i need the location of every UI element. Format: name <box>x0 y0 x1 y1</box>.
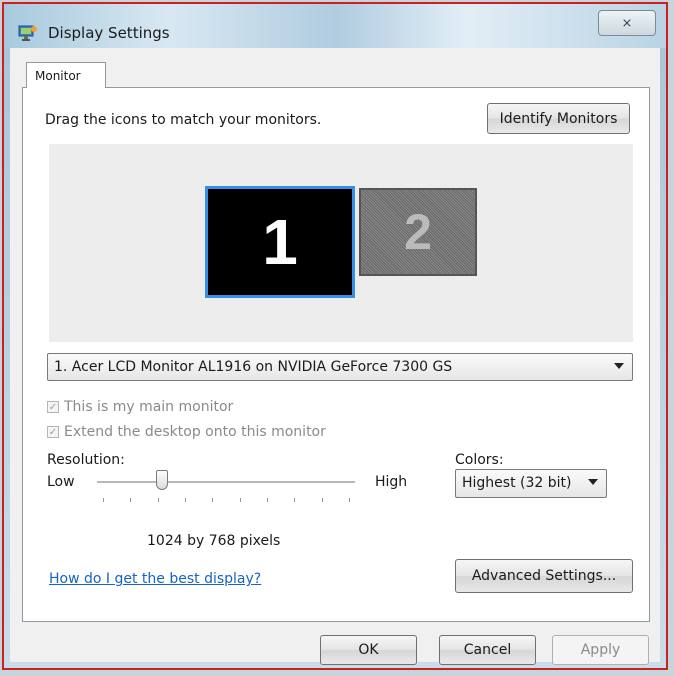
best-display-help-link[interactable]: How do I get the best display? <box>49 571 261 587</box>
chevron-down-icon <box>588 479 598 485</box>
colors-select-value: Highest (32 bit) <box>462 475 572 491</box>
title-bar[interactable]: Display Settings ⨯ <box>4 4 666 48</box>
main-monitor-checkbox-row: ✓ This is my main monitor <box>47 399 233 415</box>
close-button[interactable]: ⨯ <box>598 10 656 36</box>
colors-select-dropdown[interactable]: Highest (32 bit) <box>455 469 607 498</box>
slider-tick <box>349 498 350 502</box>
monitor-2-icon[interactable]: 2 <box>359 188 477 276</box>
drag-instruction: Drag the icons to match your monitors. <box>45 112 322 128</box>
monitor-2-number: 2 <box>404 204 432 260</box>
resolution-low-label: Low <box>47 474 75 490</box>
extend-desktop-checkbox-row: ✓ Extend the desktop onto this monitor <box>47 424 326 440</box>
resolution-slider-track[interactable] <box>97 481 355 484</box>
cancel-button[interactable]: Cancel <box>439 635 536 665</box>
main-monitor-label: This is my main monitor <box>64 399 234 415</box>
dialog-client-area: Monitor Drag the icons to match your mon… <box>10 48 660 665</box>
slider-tick <box>239 498 241 502</box>
main-monitor-checkbox: ✓ <box>47 401 59 413</box>
apply-button[interactable]: Apply <box>552 635 649 665</box>
slider-tick <box>103 498 104 502</box>
identify-monitors-button[interactable]: Identify Monitors <box>487 103 630 134</box>
window-title: Display Settings <box>48 24 170 42</box>
monitor-tab-panel: Drag the icons to match your monitors. I… <box>22 87 650 622</box>
resolution-slider-thumb[interactable] <box>155 470 168 490</box>
resolution-label: Resolution: <box>47 452 125 468</box>
extend-desktop-label: Extend the desktop onto this monitor <box>64 424 326 440</box>
display-settings-window: Display Settings ⨯ Monitor Drag the icon… <box>2 2 668 670</box>
resolution-high-label: High <box>375 474 408 490</box>
extend-desktop-checkbox: ✓ <box>47 426 59 438</box>
slider-tick <box>212 498 214 502</box>
slider-tick <box>267 498 268 502</box>
ok-button[interactable]: OK <box>320 635 417 665</box>
monitor-1-number: 1 <box>262 206 298 278</box>
slider-tick <box>185 498 186 502</box>
resolution-value: 1024 by 768 pixels <box>147 533 281 549</box>
slider-tick <box>130 498 132 502</box>
slider-tick <box>321 498 323 502</box>
monitor-select-value: 1. Acer LCD Monitor AL1916 on NVIDIA GeF… <box>54 359 453 375</box>
colors-label: Colors: <box>455 452 504 468</box>
monitor-select-dropdown[interactable]: 1. Acer LCD Monitor AL1916 on NVIDIA GeF… <box>47 353 633 381</box>
monitor-1-icon[interactable]: 1 <box>205 186 355 298</box>
display-settings-app-icon <box>18 24 38 42</box>
chevron-down-icon <box>614 363 624 369</box>
close-icon: ⨯ <box>621 15 633 31</box>
advanced-settings-button[interactable]: Advanced Settings... <box>455 559 633 593</box>
monitor-arrangement-area: 1 2 <box>49 144 633 342</box>
tab-monitor[interactable]: Monitor <box>26 62 106 88</box>
slider-tick <box>157 498 159 502</box>
slider-tick <box>294 498 296 502</box>
